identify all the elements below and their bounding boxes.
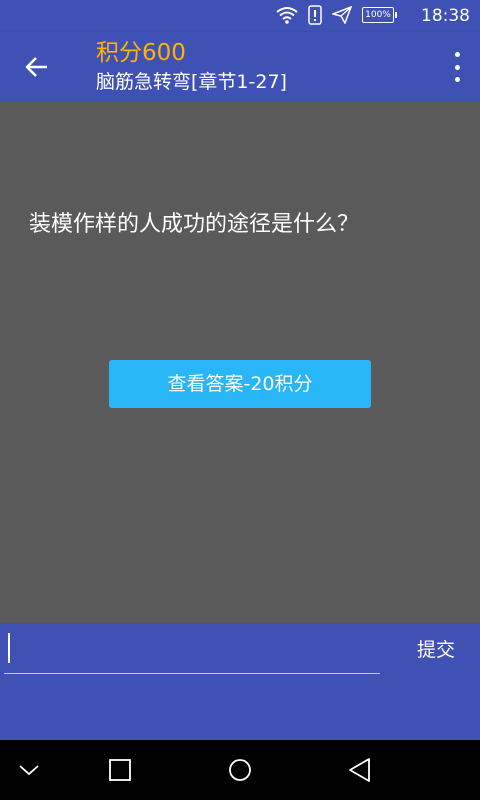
collapse-icon[interactable]: [14, 755, 44, 785]
home-icon[interactable]: [225, 755, 255, 785]
text-caret: [8, 633, 10, 663]
submit-button[interactable]: 提交: [404, 635, 468, 665]
question-text: 装模作样的人成功的途径是什么？: [29, 212, 360, 237]
page-subtitle: 脑筋急转弯[章节1-27]: [96, 71, 287, 93]
battery-icon: 100%: [362, 7, 397, 23]
score-display: 积分600: [96, 38, 287, 68]
question-panel: 装模作样的人成功的途径是什么？ 查看答案-20积分: [0, 102, 480, 623]
back-button[interactable]: [20, 50, 54, 84]
show-answer-button[interactable]: 查看答案-20积分: [109, 360, 371, 408]
score-value: 600: [142, 40, 186, 66]
recents-icon[interactable]: [105, 755, 135, 785]
system-nav-bar: [0, 740, 480, 800]
title-block: 积分600 脑筋急转弯[章节1-27]: [96, 38, 287, 96]
answer-bar: 提交: [0, 623, 480, 740]
status-icons: 100%: [276, 5, 397, 25]
alert-icon: [308, 5, 322, 25]
toolbar: 积分600 脑筋急转弯[章节1-27]: [0, 32, 480, 102]
wifi-icon: [276, 7, 298, 24]
status-bar: 100% 18:38: [0, 0, 480, 32]
score-label: 积分: [96, 40, 142, 66]
more-vert-icon[interactable]: [450, 52, 464, 82]
back-icon[interactable]: [345, 755, 375, 785]
back-arrow-icon: [25, 57, 47, 77]
answer-input[interactable]: [4, 629, 380, 674]
send-icon: [332, 6, 352, 24]
clock: 18:38: [421, 6, 470, 26]
